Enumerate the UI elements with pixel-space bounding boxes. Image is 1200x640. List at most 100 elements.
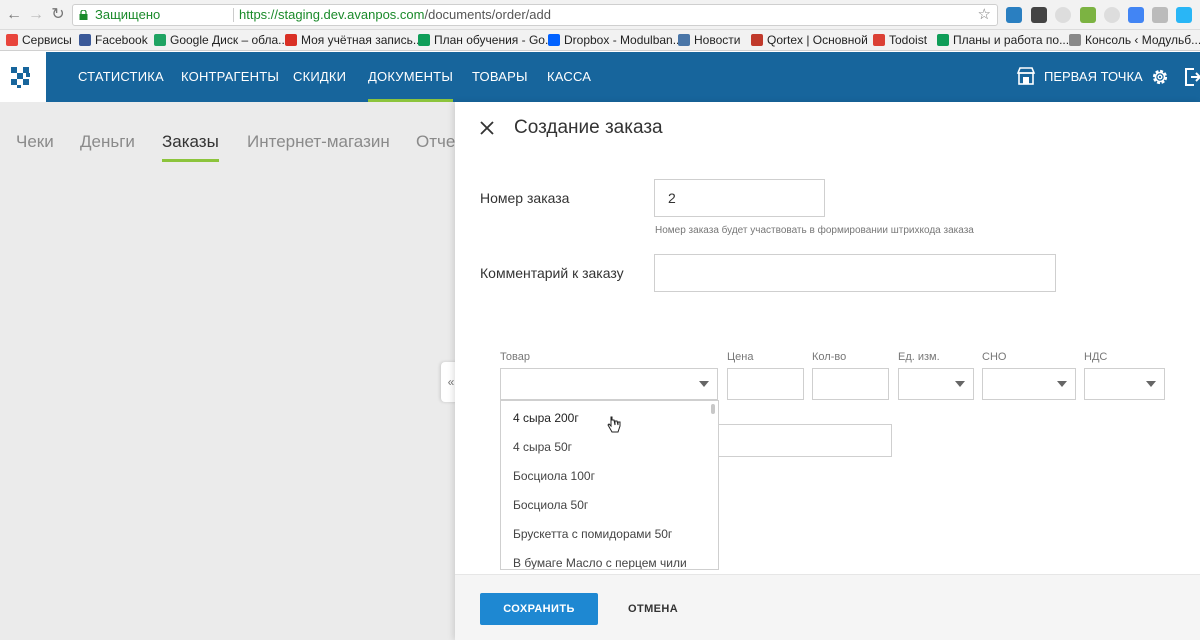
- vk-icon: [678, 34, 690, 46]
- bookmark-label: План обучения - Go...: [434, 33, 555, 47]
- bookmark-label: Моя учётная запись...: [301, 33, 423, 47]
- sheets-icon: [418, 34, 430, 46]
- product-select[interactable]: [500, 368, 718, 400]
- url-host: https://staging.dev.avanpos.com: [239, 7, 425, 22]
- avanpos-logo-icon: [11, 67, 30, 88]
- secondary-input[interactable]: [717, 424, 892, 457]
- product-option[interactable]: Брускетта с помидорами 50г: [513, 527, 672, 541]
- product-option[interactable]: 4 сыра 50г: [513, 440, 572, 454]
- extension-icon[interactable]: [1006, 7, 1022, 23]
- bookmark-label: Сервисы: [22, 33, 72, 47]
- bookmark-item[interactable]: Новости: [678, 33, 740, 48]
- todoist-icon: [873, 34, 885, 46]
- order-number-input[interactable]: 2: [654, 179, 825, 217]
- store-icon: [1016, 67, 1036, 85]
- bookmark-item[interactable]: Моя учётная запись...: [285, 33, 423, 48]
- product-column-label: Товар: [500, 351, 530, 363]
- price-column-label: Цена: [727, 351, 754, 363]
- bookmark-label: Qortex | Основной: [767, 33, 868, 47]
- tab-orders[interactable]: Заказы: [162, 132, 219, 162]
- product-option[interactable]: Босциола 50г: [513, 498, 588, 512]
- android-icon[interactable]: [1080, 7, 1096, 23]
- drive-icon[interactable]: [1176, 7, 1192, 23]
- omnibox-divider: [233, 8, 234, 22]
- dropdown-scrollbar[interactable]: [711, 404, 715, 414]
- sno-select[interactable]: [982, 368, 1076, 400]
- back-icon[interactable]: ←: [4, 5, 24, 25]
- close-icon[interactable]: [479, 120, 495, 136]
- bookmark-label: Dropbox - Modulban...: [564, 33, 683, 47]
- cancel-button[interactable]: ОТМЕНА: [628, 593, 678, 625]
- nav-products[interactable]: ТОВАРЫ: [472, 52, 528, 102]
- nav-documents[interactable]: ДОКУМЕНТЫ: [368, 52, 454, 102]
- store-selector[interactable]: ПЕРВАЯ ТОЧКА: [1016, 67, 1143, 87]
- logout-icon[interactable]: [1184, 67, 1200, 87]
- apps-grid-icon: [6, 34, 18, 46]
- product-option[interactable]: Босциола 100г: [513, 469, 595, 483]
- nav-contractors[interactable]: КОНТРАГЕНТЫ: [181, 52, 279, 102]
- vat-select[interactable]: [1084, 368, 1165, 400]
- qortex-icon: [751, 34, 763, 46]
- sno-column-label: СНО: [982, 351, 1007, 363]
- tab-reports[interactable]: Отче: [416, 132, 455, 152]
- evernote-icon[interactable]: [1031, 7, 1047, 23]
- account-icon: [285, 34, 297, 46]
- extension-icon[interactable]: [1152, 7, 1168, 23]
- store-name: ПЕРВАЯ ТОЧКА: [1044, 69, 1143, 84]
- bookmark-label: Google Диск – обла...: [170, 33, 289, 47]
- create-order-drawer: Создание заказа Номер заказа 2 Номер зак…: [455, 102, 1200, 640]
- app-header: СТАТИСТИКА КОНТРАГЕНТЫ СКИДКИ ДОКУМЕНТЫ …: [0, 52, 1200, 102]
- bookmark-item[interactable]: Facebook: [79, 33, 148, 48]
- google-drive-icon: [154, 34, 166, 46]
- url-text: https://staging.dev.avanpos.com/document…: [239, 5, 551, 25]
- forward-icon[interactable]: →: [26, 5, 46, 25]
- bookmark-item[interactable]: Todoist: [873, 33, 927, 48]
- tab-money[interactable]: Деньги: [80, 132, 135, 152]
- bookmark-label: Планы и работа по...: [953, 33, 1070, 47]
- comment-input[interactable]: [654, 254, 1056, 292]
- unit-select[interactable]: [898, 368, 974, 400]
- reload-icon[interactable]: ↻: [48, 5, 68, 25]
- tab-online-store[interactable]: Интернет-магазин: [247, 132, 390, 152]
- bookmarks-bar: Сервисы Facebook Google Диск – обла... М…: [0, 30, 1200, 51]
- nav-statistics[interactable]: СТАТИСТИКА: [78, 52, 164, 102]
- chevron-down-icon: [1057, 381, 1067, 387]
- nav-register[interactable]: КАССА: [547, 52, 591, 102]
- price-input[interactable]: [727, 368, 804, 400]
- cloud-icon[interactable]: [1055, 7, 1071, 23]
- qty-column-label: Кол-во: [812, 351, 847, 363]
- bookmark-item[interactable]: Консоль ‹ Модульб...: [1069, 33, 1200, 48]
- settings-gear-icon[interactable]: [1150, 67, 1170, 87]
- save-button[interactable]: СОХРАНИТЬ: [480, 593, 598, 625]
- bookmark-item[interactable]: Планы и работа по...: [937, 33, 1069, 48]
- bookmark-item[interactable]: Qortex | Основной: [751, 33, 868, 48]
- extension-icon[interactable]: [1104, 7, 1120, 23]
- bookmark-item[interactable]: Dropbox - Modulban...: [548, 33, 683, 48]
- tab-receipts[interactable]: Чеки: [16, 132, 54, 152]
- bookmark-item[interactable]: Сервисы: [6, 33, 72, 48]
- product-option[interactable]: В бумаге Масло с перцем чили: [513, 556, 687, 569]
- dropbox-icon: [548, 34, 560, 46]
- nav-discounts[interactable]: СКИДКИ: [293, 52, 346, 102]
- sheets-icon: [937, 34, 949, 46]
- bookmark-item[interactable]: Google Диск – обла...: [154, 33, 288, 48]
- chevron-down-icon: [955, 381, 965, 387]
- browser-toolbar: ← → ↻ Защищено https://staging.dev.avanp…: [0, 0, 1200, 30]
- chevron-down-icon: [1146, 381, 1156, 387]
- bookmark-label: Консоль ‹ Модульб...: [1085, 33, 1200, 47]
- qty-input[interactable]: [812, 368, 889, 400]
- bookmark-star-icon[interactable]: ☆: [978, 5, 991, 25]
- comment-label: Комментарий к заказу: [480, 265, 624, 281]
- product-option[interactable]: 4 сыра 200г: [513, 411, 579, 425]
- bookmark-label: Todoist: [889, 33, 928, 47]
- address-bar[interactable]: Защищено https://staging.dev.avanpos.com…: [72, 4, 998, 26]
- chevron-down-icon: [699, 381, 709, 387]
- facebook-icon: [79, 34, 91, 46]
- order-number-hint: Номер заказа будет участвовать в формиро…: [655, 225, 974, 236]
- secure-label: Защищено: [95, 7, 161, 22]
- vat-column-label: НДС: [1084, 351, 1108, 363]
- translate-icon[interactable]: [1128, 7, 1144, 23]
- logo[interactable]: [0, 52, 46, 102]
- bookmark-item[interactable]: План обучения - Go...: [418, 33, 555, 48]
- order-number-label: Номер заказа: [480, 190, 570, 206]
